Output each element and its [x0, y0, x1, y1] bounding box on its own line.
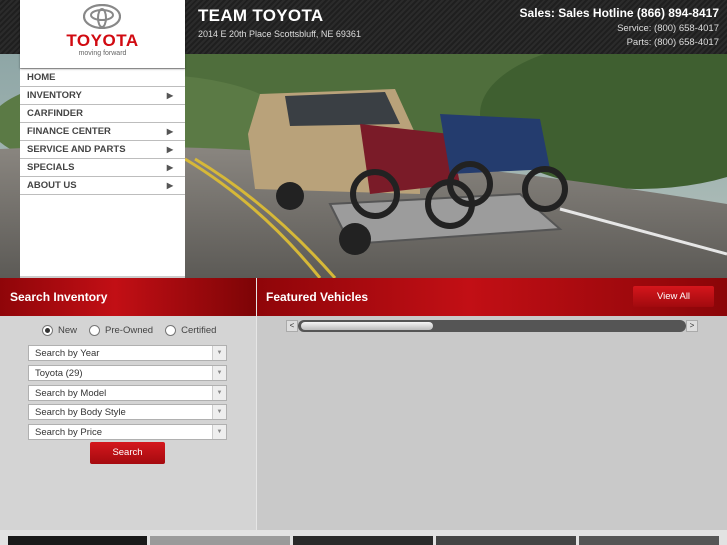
- select-value: Search by Price: [35, 427, 103, 438]
- dropdown-arrow-icon: ▼: [212, 346, 226, 360]
- nav-item-finance-center[interactable]: FINANCE CENTER ▶: [20, 123, 185, 141]
- featured-vehicles-panel: Featured Vehicles View All < >: [256, 278, 727, 530]
- select-value: Search by Year: [35, 348, 100, 359]
- search-inventory-panel: Search Inventory New Pre-Owned Certified…: [0, 278, 256, 530]
- thumbnail-image[interactable]: [150, 536, 290, 545]
- chevron-right-icon: ▶: [166, 127, 173, 136]
- nav-item-specials[interactable]: SPECIALS ▶: [20, 159, 185, 177]
- year-select[interactable]: Search by Year ▼: [28, 345, 227, 361]
- radio-label: Pre-Owned: [105, 325, 154, 336]
- nav-item-home[interactable]: HOME: [20, 68, 185, 87]
- sales-hotline: Sales: Sales Hotline (866) 894-8417: [519, 6, 719, 20]
- radio-unselected-icon: [165, 325, 177, 336]
- dropdown-arrow-icon: ▼: [212, 386, 226, 400]
- search-button[interactable]: Search: [90, 442, 165, 464]
- nav-label: INVENTORY: [27, 90, 82, 101]
- nav-item-inventory[interactable]: INVENTORY ▶: [20, 87, 185, 105]
- model-select[interactable]: Search by Model ▼: [28, 385, 227, 401]
- nav-label: SERVICE AND PARTS: [27, 144, 126, 155]
- radio-certified[interactable]: Certified: [165, 325, 216, 336]
- logo-wordmark: TOYOTA: [66, 31, 139, 50]
- nav-label: FINANCE CENTER: [27, 126, 111, 137]
- radio-selected-icon: [42, 325, 53, 336]
- chevron-right-icon: ▶: [166, 145, 173, 154]
- logo-tagline: moving forward: [78, 50, 127, 57]
- select-value: Search by Body Style: [35, 407, 126, 418]
- main-nav: HOME INVENTORY ▶ CARFINDER FINANCE CENTER…: [20, 68, 185, 278]
- thumbnail-image[interactable]: [436, 536, 576, 545]
- dropdown-arrow-icon: ▼: [212, 366, 226, 380]
- toyota-emblem-icon: [83, 4, 121, 29]
- select-value: Search by Model: [35, 388, 107, 399]
- chevron-right-icon: ▶: [166, 91, 173, 100]
- radio-pre-owned[interactable]: Pre-Owned: [89, 325, 153, 336]
- scrollbar-thumb[interactable]: [301, 322, 433, 330]
- nav-label: ABOUT US: [27, 180, 77, 191]
- dealer-name[interactable]: TEAM TOYOTA: [198, 6, 323, 26]
- radio-unselected-icon: [89, 325, 101, 336]
- search-inventory-header: Search Inventory: [0, 278, 256, 316]
- dropdown-arrow-icon: ▼: [212, 405, 226, 419]
- view-all-button[interactable]: View All: [633, 286, 714, 307]
- nav-label: SPECIALS: [27, 162, 75, 173]
- condition-radio-group: New Pre-Owned Certified: [42, 325, 216, 336]
- featured-vehicles-title: Featured Vehicles: [266, 290, 369, 304]
- thumbnail-image[interactable]: [579, 536, 719, 545]
- nav-item-about-us[interactable]: ABOUT US ▶: [20, 177, 185, 195]
- body-style-select[interactable]: Search by Body Style ▼: [28, 404, 227, 420]
- nav-label: CARFINDER: [27, 108, 83, 119]
- nav-item-service-and-parts[interactable]: SERVICE AND PARTS ▶: [20, 141, 185, 159]
- nav-label: HOME: [27, 72, 56, 83]
- search-inventory-title: Search Inventory: [10, 290, 108, 304]
- scroll-left-icon[interactable]: <: [286, 320, 298, 332]
- radio-label: Certified: [181, 325, 217, 336]
- radio-label: New: [58, 325, 78, 336]
- dealer-address: 2014 E 20th Place Scottsbluff, NE 69361: [198, 29, 361, 39]
- chevron-right-icon: ▶: [166, 181, 173, 190]
- price-select[interactable]: Search by Price ▼: [28, 424, 227, 440]
- featured-vehicles-header: Featured Vehicles View All: [257, 278, 727, 316]
- chevron-right-icon: ▶: [166, 163, 173, 172]
- scroll-right-icon[interactable]: >: [686, 320, 698, 332]
- thumbnail-image[interactable]: [8, 536, 147, 545]
- make-select[interactable]: Toyota (29) ▼: [28, 365, 227, 381]
- radio-new[interactable]: New: [42, 325, 77, 336]
- featured-scrollbar[interactable]: < >: [286, 320, 698, 332]
- parts-phone: Parts: (800) 658-4017: [626, 37, 719, 48]
- bottom-thumbnail-strip: [0, 530, 727, 545]
- toyota-logo[interactable]: TOYOTA moving forward: [20, 0, 185, 68]
- thumbnail-image[interactable]: [293, 536, 433, 545]
- nav-item-carfinder[interactable]: CARFINDER: [20, 105, 185, 123]
- dropdown-arrow-icon: ▼: [212, 425, 226, 439]
- service-phone: Service: (800) 658-4017: [617, 23, 719, 34]
- select-value: Toyota (29): [35, 368, 83, 379]
